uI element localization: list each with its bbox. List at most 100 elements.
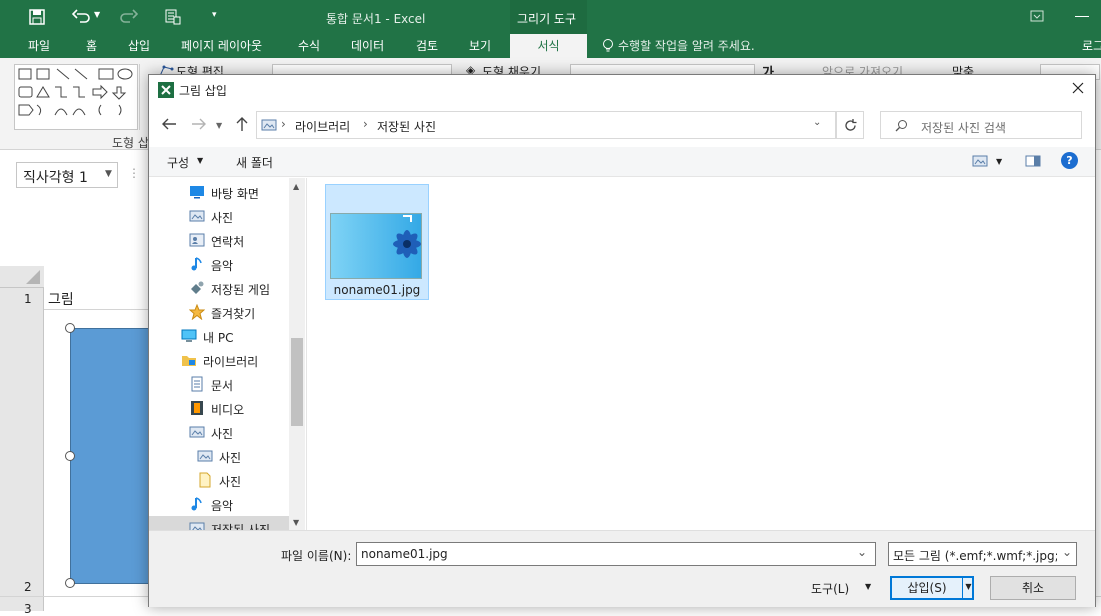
insert-shapes-group-label: 도형 삽: [112, 136, 149, 150]
saved-games-icon: [189, 280, 205, 296]
resize-handle[interactable]: [65, 323, 75, 333]
breadcrumb-saved-pictures[interactable]: 저장된 사진: [377, 118, 436, 135]
forward-icon[interactable]: [191, 117, 207, 131]
shapes-gallery[interactable]: [14, 64, 138, 130]
nav-item-desktop[interactable]: 바탕 화면: [149, 180, 289, 204]
row-header-3[interactable]: 3: [24, 602, 32, 616]
name-box[interactable]: 직사각형 1 ▼: [16, 162, 118, 188]
resize-handle[interactable]: [65, 451, 75, 461]
address-bar[interactable]: › 라이브러리 › 저장된 사진 ⌄: [256, 111, 836, 139]
filename-value: noname01.jpg: [361, 547, 448, 561]
cell-a1[interactable]: 그림: [48, 289, 74, 309]
nav-item-label: 바탕 화면: [211, 187, 259, 201]
tools-button[interactable]: 도구(L): [811, 580, 849, 597]
tab-page-layout[interactable]: 페이지 레이아웃: [181, 37, 262, 54]
tab-file[interactable]: 파일: [28, 37, 50, 54]
libraries-icon: [181, 352, 197, 368]
row-header-2[interactable]: 2: [24, 580, 32, 594]
name-box-dropdown-icon[interactable]: ▼: [105, 169, 112, 179]
insert-dropdown-icon[interactable]: ▼: [962, 576, 974, 600]
tab-format[interactable]: 서식: [510, 34, 587, 58]
excel-title-bar: ▼ ▾ 통합 문서1 - Excel 그리기 도구: [0, 0, 1101, 34]
nav-item-pictures-sub[interactable]: 사진: [149, 444, 289, 468]
nav-item-label: 저장된 사진: [211, 523, 271, 530]
rectangle-shape[interactable]: [70, 328, 150, 584]
row-header-1[interactable]: 1: [24, 292, 32, 306]
nav-item-label: 음악: [211, 259, 234, 273]
filetype-value: 모든 그림 (*.emf;*.wmf;*.jpg;*.: [893, 549, 1069, 563]
scroll-down-icon[interactable]: ▼: [293, 518, 299, 527]
search-box[interactable]: 저장된 사진 검색: [880, 111, 1082, 139]
up-icon[interactable]: [235, 116, 249, 132]
redo-icon[interactable]: [118, 8, 138, 26]
music-icon: [189, 256, 205, 272]
dialog-title: 그림 삽입: [179, 84, 227, 98]
recent-locations-icon[interactable]: ▼: [216, 121, 222, 130]
filename-input[interactable]: noname01.jpg ⌄: [356, 542, 876, 566]
nav-item-label: 사진: [211, 427, 234, 441]
nav-item-saved-pictures[interactable]: 저장된 사진: [149, 516, 289, 530]
scroll-thumb[interactable]: [291, 338, 303, 426]
breadcrumb-separator-icon: ›: [281, 117, 286, 131]
minimize-icon[interactable]: [1075, 16, 1089, 17]
nav-item-videos[interactable]: 비디오: [149, 396, 289, 420]
refresh-button[interactable]: [836, 111, 864, 139]
back-icon[interactable]: [161, 117, 177, 131]
tab-insert[interactable]: 삽입: [128, 37, 150, 54]
nav-item-this-pc[interactable]: 내 PC: [149, 324, 289, 348]
nav-item-documents[interactable]: 문서: [149, 372, 289, 396]
customize-qat-icon[interactable]: ▾: [212, 10, 217, 20]
breadcrumb-libraries[interactable]: 라이브러리: [295, 118, 350, 135]
select-all-corner[interactable]: [0, 266, 44, 288]
nav-item-favorites[interactable]: 즐겨찾기: [149, 300, 289, 324]
nav-item-label: 저장된 게임: [211, 283, 271, 297]
view-options-icon[interactable]: [972, 155, 988, 167]
undo-dropdown-icon[interactable]: ▼: [94, 10, 100, 19]
quick-access-custom-icon[interactable]: [164, 8, 182, 26]
filename-dropdown-icon[interactable]: ⌄: [857, 545, 867, 559]
tab-home[interactable]: 홈: [86, 37, 97, 54]
tab-data[interactable]: 데이터: [351, 37, 384, 54]
scroll-up-icon[interactable]: ▲: [293, 182, 299, 191]
nav-item-pictures-folder[interactable]: 사진: [149, 468, 289, 492]
insert-button[interactable]: 삽입(S) ▼: [890, 576, 974, 600]
save-icon[interactable]: [28, 8, 46, 26]
nav-item-label: 사진: [219, 475, 242, 489]
cancel-button[interactable]: 취소: [990, 576, 1076, 600]
organize-button[interactable]: 구성: [167, 154, 189, 171]
ribbon-display-icon[interactable]: [1030, 10, 1044, 22]
nav-item-libraries[interactable]: 라이브러리: [149, 348, 289, 372]
preview-pane-icon[interactable]: [1025, 155, 1041, 167]
sign-in-link[interactable]: 로그: [1082, 37, 1101, 54]
filetype-select[interactable]: 모든 그림 (*.emf;*.wmf;*.jpg;*. ⌄: [888, 542, 1077, 566]
nav-item-music-library[interactable]: 음악: [149, 492, 289, 516]
nav-item-music[interactable]: 음악: [149, 252, 289, 276]
nav-item-saved-games[interactable]: 저장된 게임: [149, 276, 289, 300]
tools-dropdown-icon[interactable]: ▼: [865, 582, 871, 591]
nav-scrollbar[interactable]: ▲ ▼: [289, 178, 305, 530]
new-folder-button[interactable]: 새 폴더: [236, 154, 273, 171]
nav-item-label: 즐겨찾기: [211, 307, 256, 321]
nav-item-pictures-library[interactable]: 사진: [149, 420, 289, 444]
pictures-icon: [189, 208, 205, 224]
tab-formulas[interactable]: 수식: [298, 37, 320, 54]
tell-me-box[interactable]: 수행할 작업을 알려 주세요.: [618, 37, 755, 54]
contacts-icon: [189, 232, 205, 248]
row-headers: [0, 288, 44, 611]
address-dropdown-icon[interactable]: ⌄: [813, 117, 821, 128]
resize-handle[interactable]: [65, 578, 75, 588]
filetype-dropdown-icon[interactable]: ⌄: [1057, 545, 1076, 565]
organize-dropdown-icon[interactable]: ▼: [197, 156, 203, 165]
breadcrumb-separator-icon: ›: [363, 117, 368, 131]
nav-item-contacts[interactable]: 연락처: [149, 228, 289, 252]
view-dropdown-icon[interactable]: ▼: [996, 157, 1002, 166]
help-icon[interactable]: ?: [1061, 152, 1078, 169]
pictures-icon: [189, 520, 205, 530]
tab-view[interactable]: 보기: [469, 37, 491, 54]
tab-review[interactable]: 검토: [416, 37, 438, 54]
file-item[interactable]: noname01.jpg: [325, 184, 429, 300]
nav-item-pictures[interactable]: 사진: [149, 204, 289, 228]
dialog-toolbar: 구성 ▼ 새 폴더 ▼ ?: [149, 147, 1095, 177]
undo-icon[interactable]: [72, 8, 92, 26]
close-icon[interactable]: [1071, 81, 1085, 95]
